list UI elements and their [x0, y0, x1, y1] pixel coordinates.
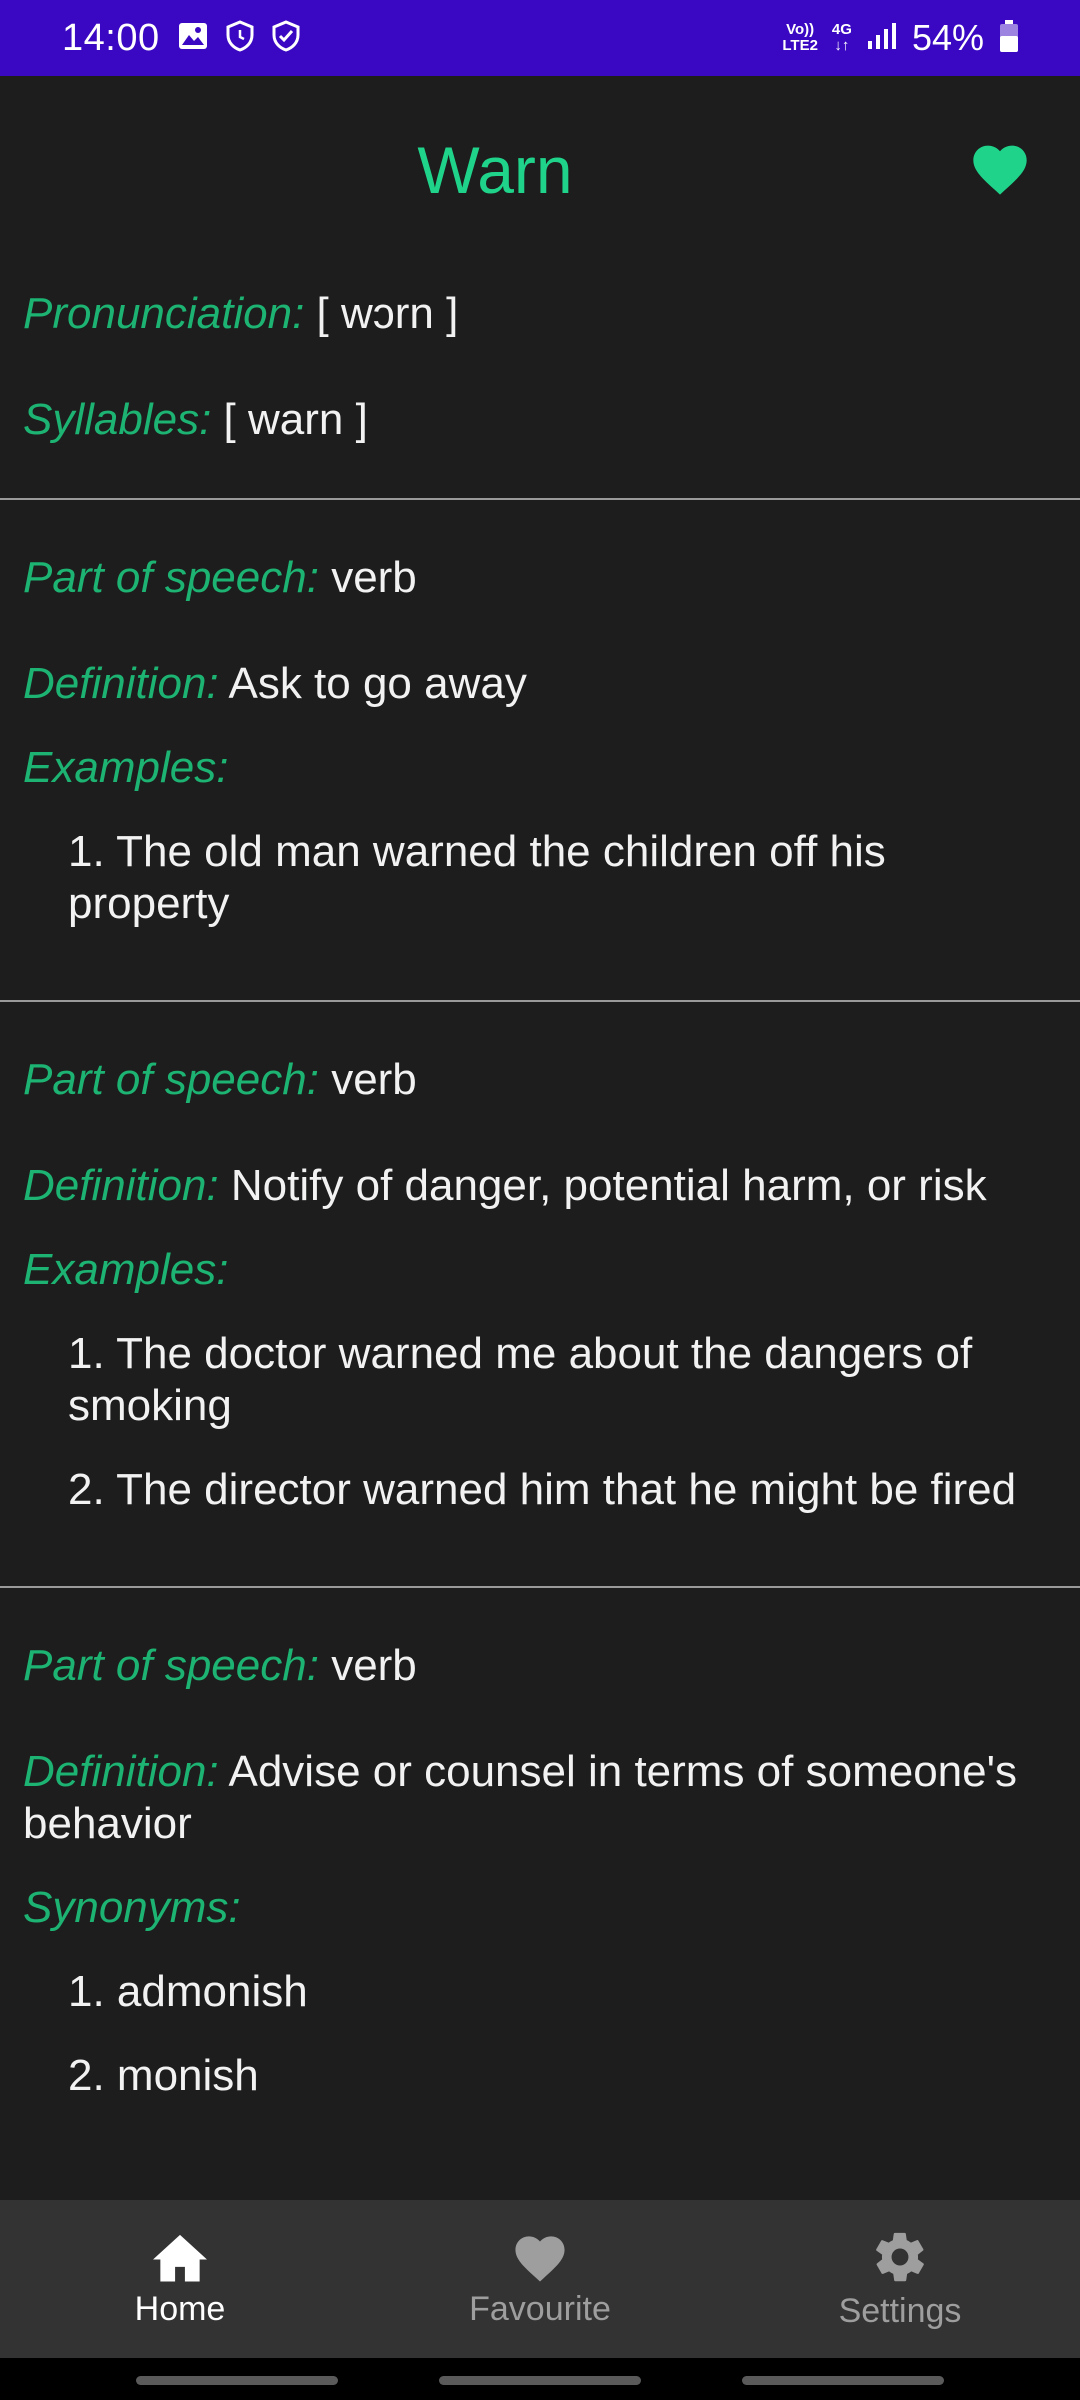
nav-favourite-label: Favourite — [469, 2289, 611, 2328]
pos-value: verb — [331, 1641, 417, 1690]
shield-clock-icon — [226, 19, 254, 57]
volte-label: Vo)) — [786, 21, 815, 38]
examples-list: 1. The doctor warned me about the danger… — [0, 1328, 1080, 1516]
synonyms-label-row: Synonyms: — [0, 1882, 1080, 1934]
word-details: Pronunciation: [ wɔrn ] Syllables: [ war… — [0, 266, 1080, 2102]
definition-row: Definition: Ask to go away — [0, 658, 1080, 710]
synonyms-label: Synonyms: — [23, 1883, 241, 1932]
definition-label: Definition: — [23, 659, 219, 708]
divider — [0, 1586, 1080, 1588]
battery-icon — [998, 19, 1020, 58]
pronunciation-row: Pronunciation: [ wɔrn ] — [0, 288, 1080, 340]
definition-value: Ask to go away — [228, 659, 527, 708]
examples-label-row: Examples: — [0, 1244, 1080, 1296]
network-type: 4G ↓↑ — [832, 22, 852, 54]
status-bar: 14:00 Vo)) LTE2 4G ↓↑ 54% — [0, 0, 1080, 76]
syllables-value: [ warn ] — [223, 395, 368, 444]
pos-label: Part of speech: — [23, 1055, 319, 1104]
word-header: Warn — [0, 76, 1080, 266]
lte-label: LTE2 — [782, 37, 818, 54]
heart-icon — [515, 2235, 565, 2282]
heart-icon — [973, 145, 1027, 195]
part-of-speech-row: Part of speech: verb — [0, 1640, 1080, 1692]
syllables-row: Syllables: [ warn ] — [0, 394, 1080, 446]
example-item: 1. The old man warned the children off h… — [68, 827, 886, 928]
nav-favourite[interactable]: Favourite — [360, 2200, 720, 2358]
part-of-speech-row: Part of speech: verb — [0, 552, 1080, 604]
definition-row: Definition: Advise or counsel in terms o… — [0, 1746, 1080, 1850]
divider — [0, 498, 1080, 500]
examples-label-row: Examples: — [0, 742, 1080, 794]
nav-settings-label: Settings — [838, 2291, 962, 2330]
shield-check-icon — [272, 19, 300, 57]
definition-value: Notify of danger, potential harm, or ris… — [230, 1161, 987, 1210]
definition-row: Definition: Notify of danger, potential … — [0, 1160, 1080, 1212]
gear-icon — [876, 2232, 924, 2281]
battery-percent: 54% — [911, 17, 984, 58]
back-gesture[interactable] — [742, 2376, 944, 2385]
status-time: 14:00 — [62, 16, 160, 59]
pos-value: verb — [331, 553, 417, 602]
volte-indicator: Vo)) LTE2 — [782, 22, 818, 54]
home-icon — [153, 2234, 207, 2282]
examples-label: Examples: — [23, 1245, 229, 1294]
home-gesture[interactable] — [439, 2376, 641, 2385]
syllables-label: Syllables: — [23, 395, 212, 444]
bottom-navigation: Home Favourite Settings — [0, 2200, 1080, 2358]
synonym-item: 1. admonish — [68, 1967, 308, 2016]
favourite-button[interactable] — [968, 138, 1032, 198]
definition-label: Definition: — [23, 1161, 219, 1210]
recent-apps-gesture[interactable] — [136, 2376, 338, 2385]
definition-label: Definition: — [23, 1747, 219, 1796]
example-item: 2. The director warned him that he might… — [68, 1465, 1017, 1514]
divider — [0, 1000, 1080, 1002]
pos-label: Part of speech: — [23, 553, 319, 602]
pronunciation-value: [ wɔrn ] — [316, 289, 459, 338]
example-item: 1. The doctor warned me about the danger… — [68, 1329, 973, 1430]
part-of-speech-row: Part of speech: verb — [0, 1054, 1080, 1106]
nav-home-label: Home — [134, 2289, 226, 2328]
pos-value: verb — [331, 1055, 417, 1104]
examples-label: Examples: — [23, 743, 229, 792]
pos-label: Part of speech: — [23, 1641, 319, 1690]
data-arrows-icon: ↓↑ — [834, 37, 850, 54]
gallery-icon — [178, 22, 208, 55]
nav-home[interactable]: Home — [0, 2200, 360, 2358]
net-type-label: 4G — [831, 21, 852, 38]
signal-icon — [866, 21, 898, 56]
synonym-item: 2. monish — [68, 2051, 259, 2100]
pronunciation-label: Pronunciation: — [23, 289, 305, 338]
word-title: Warn — [417, 133, 573, 207]
nav-settings[interactable]: Settings — [720, 2200, 1080, 2358]
synonyms-list: 1. admonish 2. monish — [0, 1966, 1080, 2102]
examples-list: 1. The old man warned the children off h… — [0, 826, 1080, 930]
gesture-bar — [0, 2358, 1080, 2400]
